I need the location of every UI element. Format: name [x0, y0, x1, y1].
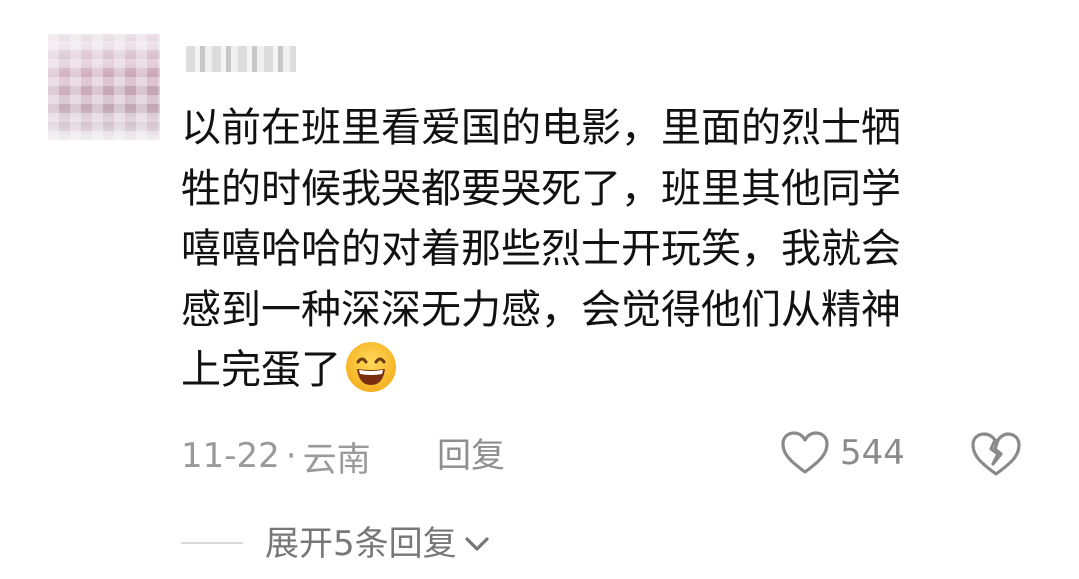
- heart-outline-icon: [781, 431, 829, 474]
- comment-text: 以前在班里看爱国的电影，里面的烈士牺 牲的时候我哭都要哭死了，班里其他同学 嘻嘻…: [181, 98, 1001, 401]
- like-button[interactable]: 544: [780, 430, 905, 476]
- comment-line-last: 上完蛋了: [181, 340, 1001, 401]
- chevron-down-icon: [465, 537, 489, 551]
- broken-heart-icon[interactable]: [968, 430, 1024, 478]
- replies-divider: [181, 542, 243, 544]
- comment-line: 上完蛋了: [181, 347, 341, 393]
- comment-location: 云南: [302, 439, 371, 480]
- like-count: 544: [840, 433, 905, 473]
- comment-line: 牲的时候我哭都要哭死了，班里其他同学: [181, 165, 901, 212]
- comment-date: 11-22: [181, 436, 280, 476]
- grinning-face-icon: [346, 342, 396, 392]
- expand-replies-label: 展开5条回复: [265, 524, 457, 564]
- comment-line: 嘻嘻哈哈的对着那些烈士开玩笑，我就会: [181, 226, 901, 272]
- comment-line: 以前在班里看爱国的电影，里面的烈士牺: [181, 105, 901, 151]
- avatar[interactable]: [48, 34, 160, 140]
- username-blurred[interactable]: [186, 46, 296, 72]
- expand-replies-button[interactable]: 展开5条回复: [265, 520, 491, 568]
- comment-meta: 11-22 · 云南: [181, 432, 371, 480]
- comment-line: 感到一种深深无力感，会觉得他们从精神: [181, 286, 901, 333]
- meta-separator: ·: [285, 436, 297, 476]
- reply-button[interactable]: 回复: [437, 432, 505, 480]
